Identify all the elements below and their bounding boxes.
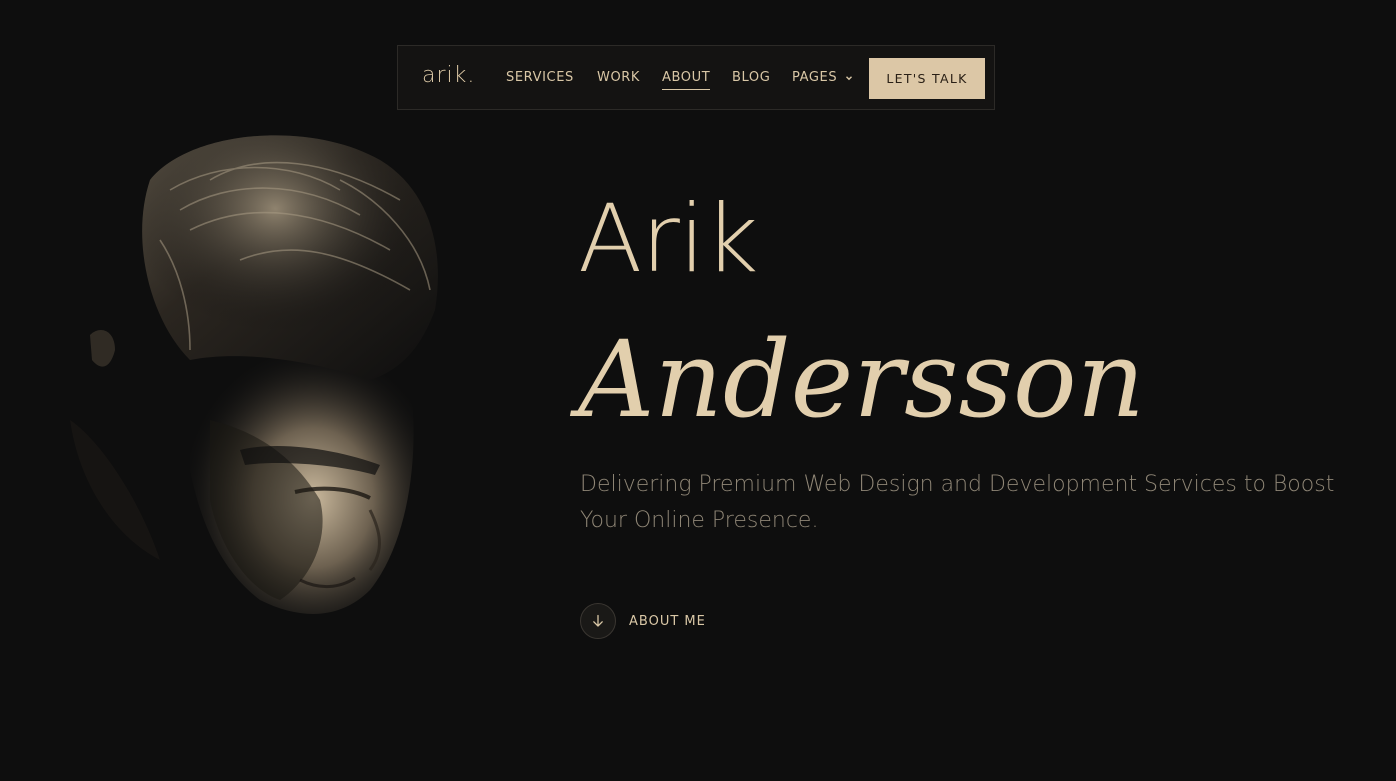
nav-item-pages[interactable]: PAGES — [792, 70, 853, 85]
hero-first-name: Arik — [578, 185, 759, 294]
logo[interactable]: arik. — [422, 63, 475, 88]
hero-tagline: Delivering Premium Web Design and Develo… — [580, 472, 1335, 533]
nav-item-blog[interactable]: BLOG — [732, 70, 770, 85]
chevron-down-icon — [845, 75, 852, 80]
lets-talk-button[interactable]: LET'S TALK — [869, 58, 985, 99]
hero-last-name: Andersson — [578, 318, 1145, 441]
about-me-label: ABOUT ME — [629, 613, 706, 629]
nav-bar: arik. SERVICES WORK ABOUT BLOG PAGES LET… — [397, 45, 995, 110]
nav-item-work[interactable]: WORK — [597, 70, 640, 85]
nav-item-services[interactable]: SERVICES — [506, 70, 574, 85]
arrow-down-icon — [593, 614, 603, 627]
nav-item-pages-label: PAGES — [792, 70, 838, 85]
about-me-button[interactable]: ABOUT ME — [580, 603, 706, 639]
page: arik. SERVICES WORK ABOUT BLOG PAGES LET… — [0, 0, 1396, 781]
portrait-photo — [70, 135, 438, 614]
about-me-circle[interactable] — [580, 603, 616, 639]
nav-item-about[interactable]: ABOUT — [662, 70, 711, 90]
